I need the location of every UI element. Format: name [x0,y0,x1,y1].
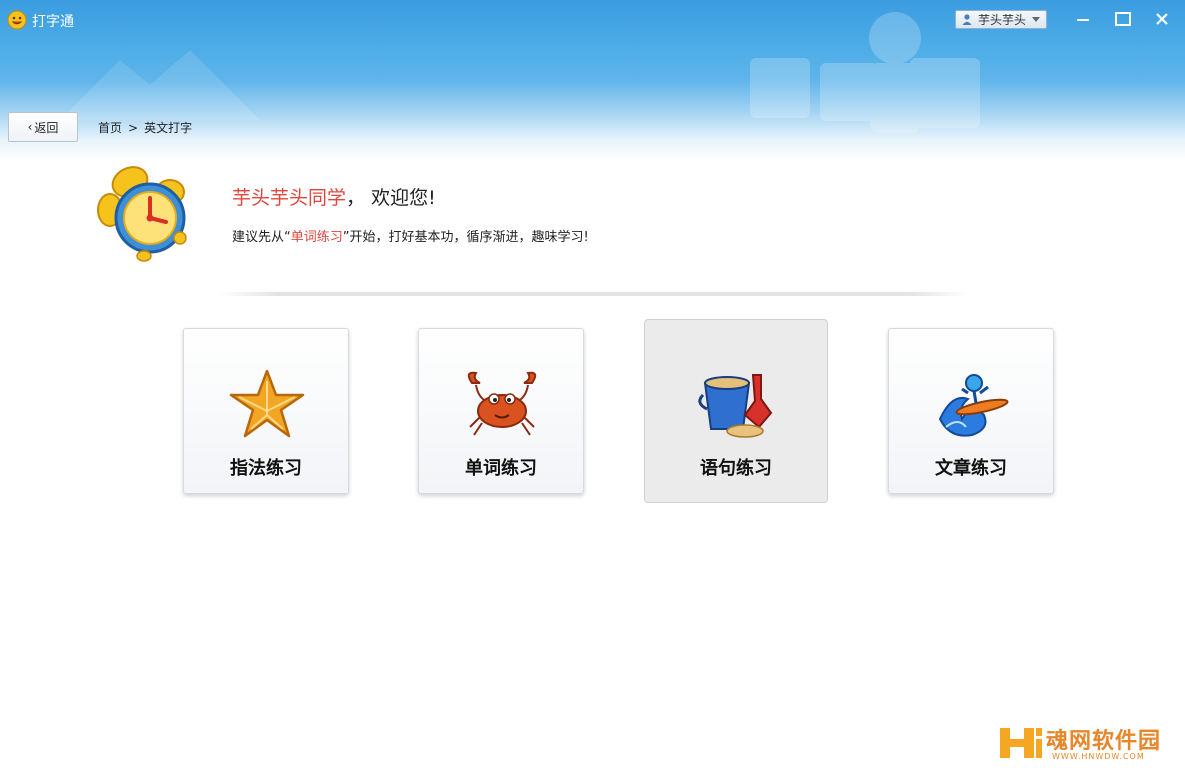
fingering-practice-card[interactable]: 指法练习 [183,328,349,494]
breadcrumb-current: 英文打字 [144,121,193,135]
card-label: 指法练习 [230,458,302,479]
greeting-comma: ， [346,187,366,209]
alarm-clock-icon [97,166,187,262]
title-bar: 打字通 芋头芋头 [0,0,1185,160]
app-logo-icon [7,10,27,30]
close-button[interactable] [1149,8,1175,32]
divider [218,292,970,296]
breadcrumb-separator: > [128,121,139,135]
app-title: 打字通 [32,14,74,30]
minimize-button[interactable] [1070,8,1096,32]
surfing-icon [938,374,1009,437]
watermark-url: WWW.HNWDW.COM [1052,752,1145,761]
letter-blocks-decoration [750,12,980,133]
breadcrumb: 首页 > 英文打字 [98,119,192,136]
card-label: 单词练习 [465,458,537,479]
starfish-icon [229,369,305,438]
breadcrumb-home[interactable]: 首页 [98,121,122,135]
article-practice-card[interactable]: 文章练习 [888,328,1054,494]
word-practice-card[interactable]: 单词练习 [418,328,584,494]
card-label: 文章练习 [935,458,1007,479]
back-button[interactable]: ‹ 返回 [8,112,78,142]
username-label: 芋头芋头 [978,13,1027,27]
back-button-label: 返回 [34,120,59,135]
maximize-button[interactable] [1110,8,1136,32]
watermark-text: 魂网软件园 [1046,729,1162,754]
chevron-down-icon [1032,17,1041,22]
suggestion-text: 建议先从“单词练习”开始，打好基本功，循序渐进，趣味学习! [232,226,589,245]
sentence-practice-card[interactable]: 语句练习 [644,319,828,503]
tip-suffix: ”开始，打好基本功，循序渐进，趣味学习! [342,230,589,245]
sand-bucket-icon [698,374,773,438]
greeting-text: 欢迎您! [371,187,436,209]
crab-icon [467,371,537,436]
user-greeting-name: 芋头芋头同学 [232,187,347,209]
user-icon [962,14,972,25]
tip-prefix: 建议先从“ [232,230,291,245]
chevron-left-icon: ‹ [27,120,33,134]
tip-highlight: 单词练习 [290,230,343,245]
card-label: 语句练习 [700,458,772,479]
user-menu-dropdown[interactable]: 芋头芋头 [955,10,1047,29]
welcome-message: 芋头芋头同学， 欢迎您! [232,183,436,210]
mountain-decoration [60,50,260,120]
